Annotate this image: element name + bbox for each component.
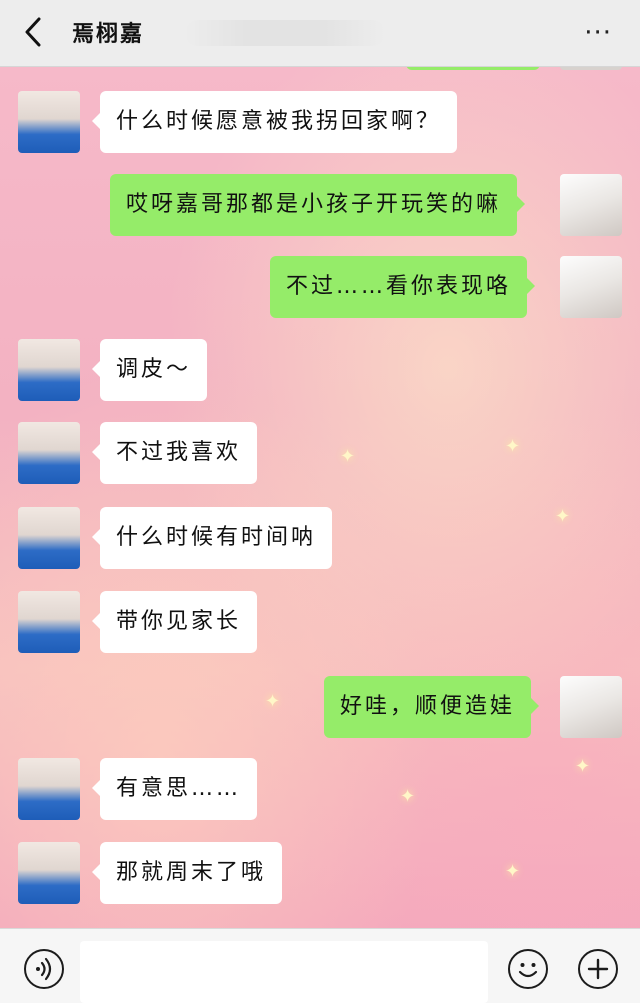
more-functions-button[interactable] (578, 949, 618, 989)
outgoing-message-bubble[interactable]: 不过……看你表现咯 (270, 256, 536, 318)
message-list: 什么时候愿意被我拐回家啊？ 哎呀嘉哥那都是小孩子开玩笑的嘛 不过……看你表现咯 … (0, 66, 640, 928)
incoming-message-bubble[interactable]: 那就周末了哦 (91, 842, 283, 904)
message-row: 带你见家长 (0, 591, 640, 657)
contact-avatar[interactable] (18, 842, 80, 904)
message-row: 哎呀嘉哥那都是小孩子开玩笑的嘛 (0, 174, 640, 240)
self-avatar[interactable] (560, 676, 622, 738)
message-row: 那就周末了哦 (0, 842, 640, 908)
message-row: 不过我喜欢 (0, 422, 640, 488)
back-button[interactable] (18, 14, 48, 50)
contact-avatar[interactable] (18, 422, 80, 484)
contact-name: 焉栩嘉 (72, 22, 145, 47)
blurred-area (185, 20, 385, 46)
contact-avatar[interactable] (18, 339, 80, 401)
incoming-message-bubble[interactable]: 不过我喜欢 (91, 422, 258, 484)
contact-avatar[interactable] (18, 591, 80, 653)
self-avatar[interactable] (560, 256, 622, 318)
message-row: 什么时候有时间呐 (0, 507, 640, 573)
more-button[interactable]: ··· (584, 18, 612, 48)
incoming-message-bubble[interactable]: 什么时候有时间呐 (91, 507, 333, 569)
message-row: 好哇，顺便造娃 (0, 676, 640, 742)
plus-icon (587, 958, 609, 980)
message-row: 有意思…… (0, 758, 640, 824)
contact-avatar[interactable] (18, 507, 80, 569)
message-row: 什么时候愿意被我拐回家啊？ (0, 91, 640, 157)
outgoing-message-bubble[interactable]: 好哇，顺便造娃 (324, 676, 540, 738)
self-avatar[interactable] (560, 174, 622, 236)
incoming-message-bubble[interactable]: 调皮～ (91, 339, 208, 401)
emoji-icon (518, 963, 538, 978)
contact-avatar[interactable] (18, 91, 80, 153)
voice-icon (36, 957, 52, 981)
message-input[interactable] (80, 941, 488, 1003)
chevron-left-icon (25, 17, 41, 47)
voice-button[interactable] (24, 949, 64, 989)
incoming-message-bubble[interactable]: 带你见家长 (91, 591, 258, 653)
incoming-message-bubble[interactable]: 有意思…… (91, 758, 258, 820)
incoming-message-bubble[interactable]: 什么时候愿意被我拐回家啊？ (91, 91, 458, 153)
emoji-button[interactable] (508, 949, 548, 989)
input-toolbar (0, 928, 640, 1003)
message-row: 不过……看你表现咯 (0, 256, 640, 322)
ellipsis-icon: ··· (584, 18, 612, 48)
chat-header: 焉栩嘉 ··· (0, 0, 640, 67)
contact-avatar[interactable] (18, 758, 80, 820)
outgoing-message-bubble[interactable]: 哎呀嘉哥那都是小孩子开玩笑的嘛 (110, 174, 526, 236)
message-row: 调皮～ (0, 339, 640, 405)
